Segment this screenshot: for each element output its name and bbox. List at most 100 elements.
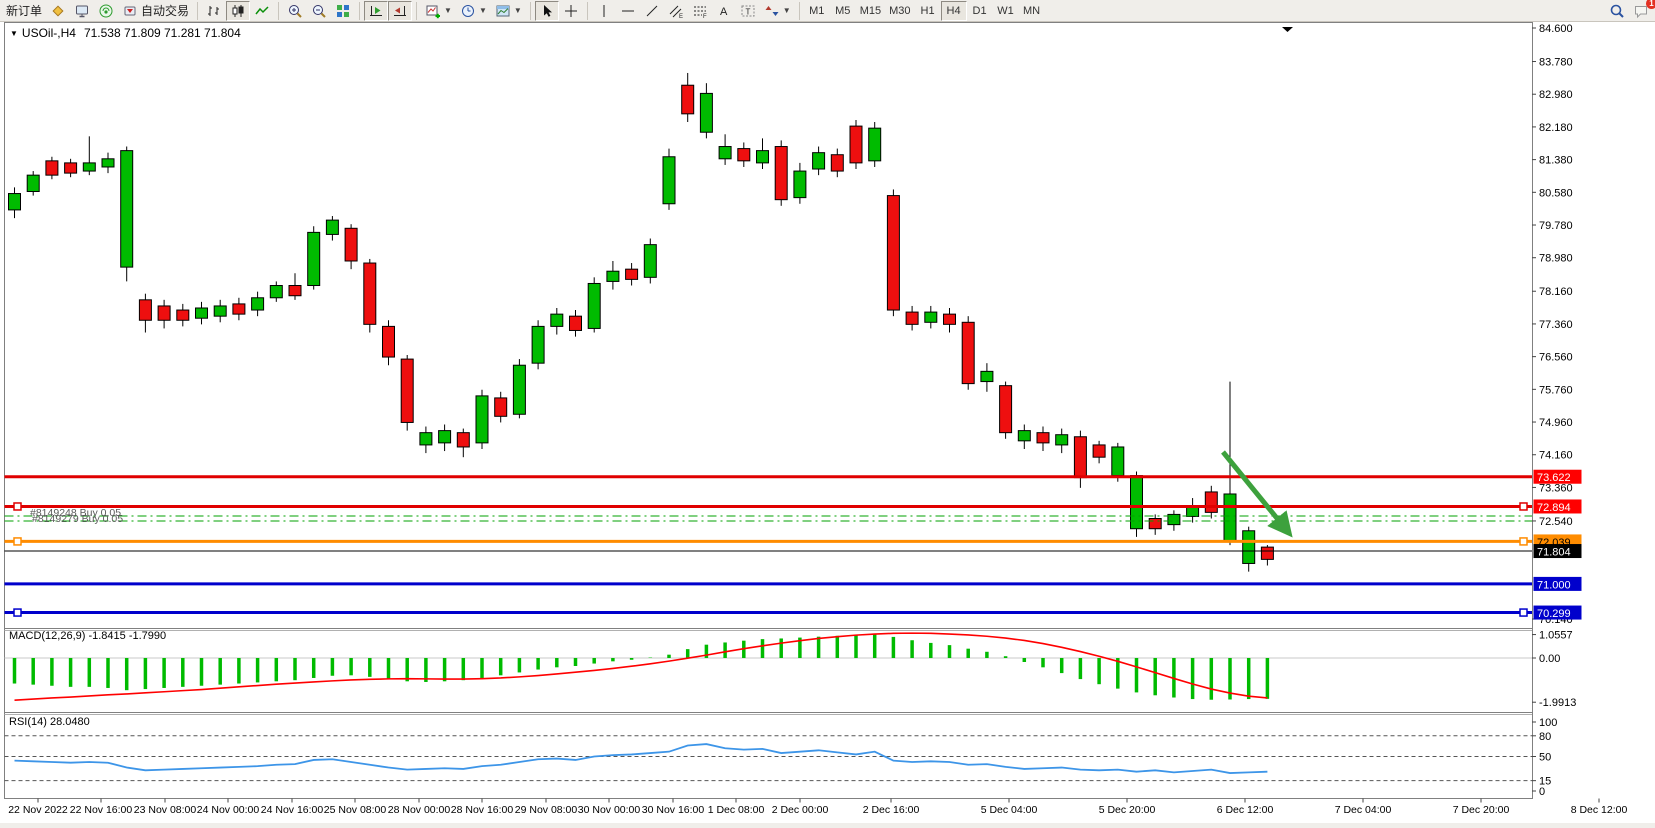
macd-tick-label: -1.9913 <box>1539 697 1576 709</box>
toolbar-right: 1 <box>1605 1 1653 21</box>
time-tick-label: 30 Nov 00:00 <box>578 804 641 816</box>
text-button[interactable]: A <box>712 1 736 21</box>
candle-body <box>850 126 862 163</box>
fibonacci-button[interactable]: F <box>688 1 712 21</box>
bar-chart-button[interactable] <box>202 1 226 21</box>
trendline-button[interactable] <box>640 1 664 21</box>
trendline-icon <box>644 3 660 19</box>
market-watch-button[interactable] <box>70 1 94 21</box>
support-line-70299-handle[interactable] <box>1520 609 1527 616</box>
cursor-button[interactable] <box>535 1 559 21</box>
toolbar-separator <box>530 2 531 20</box>
tf-d1[interactable]: D1 <box>967 1 993 21</box>
svg-text:E: E <box>679 14 683 19</box>
chevron-down-icon: ▼ <box>444 6 452 15</box>
periods-button[interactable]: ▼ <box>456 1 491 21</box>
fibonacci-icon: F <box>692 3 708 19</box>
time-axis[interactable]: 22 Nov 202222 Nov 16:0023 Nov 08:0024 No… <box>8 799 1627 817</box>
chart-window: 84.60083.78082.98082.18081.38080.58079.7… <box>0 22 1655 823</box>
support-line-72039-handle[interactable] <box>1520 538 1527 545</box>
toolbar: 新订单自动交易▼▼▼EFAT▼M1M5M15M30H1H4D1W1MN1 <box>0 0 1655 22</box>
candle-body <box>757 151 769 163</box>
candle-body <box>1149 519 1161 529</box>
tf-w1[interactable]: W1 <box>993 1 1019 21</box>
mt4-window: { "toolbar": { "groups": [ [ {"name":"ne… <box>0 0 1655 823</box>
tf-mn[interactable]: MN <box>1019 1 1045 21</box>
resistance-line-72894-handle[interactable] <box>1520 503 1527 510</box>
candlestick-icon <box>230 3 246 19</box>
price-tick-label: 82.180 <box>1539 122 1573 134</box>
tf-h1[interactable]: H1 <box>915 1 941 21</box>
toolbar-separator <box>197 2 198 20</box>
chart-menu-icon[interactable]: ▼ <box>10 29 18 38</box>
line-chart-button[interactable] <box>250 1 274 21</box>
time-tick-label: 24 Nov 00:00 <box>197 804 260 816</box>
svg-text:A: A <box>720 6 728 18</box>
templates-button[interactable]: ▼ <box>491 1 526 21</box>
candle-body <box>270 286 282 298</box>
time-tick-label: 24 Nov 16:00 <box>261 804 324 816</box>
hline-icon <box>620 3 636 19</box>
signals-button[interactable] <box>94 1 118 21</box>
candle-body <box>1224 494 1236 541</box>
tile-windows-button[interactable] <box>331 1 355 21</box>
candle-body <box>869 128 881 161</box>
horizontal-line-button[interactable] <box>616 1 640 21</box>
resistance-line-72894-handle[interactable] <box>14 503 21 510</box>
auto-scroll-button[interactable] <box>364 1 388 21</box>
time-tick-label: 7 Dec 04:00 <box>1335 804 1392 816</box>
chart-symbol-period: USOil-,H4 <box>22 26 76 40</box>
support-line-72039-handle[interactable] <box>14 538 21 545</box>
order-label-2: #8149279 Buy 0.05 <box>32 513 123 525</box>
tf-m5[interactable]: M5 <box>830 1 856 21</box>
indicators-button[interactable]: ▼ <box>421 1 456 21</box>
candle-body <box>532 326 544 363</box>
support-line-70299-handle[interactable] <box>14 609 21 616</box>
candle-body <box>139 300 151 320</box>
candle-body <box>1056 435 1068 445</box>
price-tick-label: 79.780 <box>1539 220 1573 232</box>
time-tick-label: 6 Dec 12:00 <box>1217 804 1274 816</box>
candle-body <box>83 163 95 171</box>
symbol-diamond-button[interactable] <box>46 1 70 21</box>
chart-canvas[interactable]: 84.60083.78082.98082.18081.38080.58079.7… <box>0 22 1655 823</box>
toolbar-separator <box>359 2 360 20</box>
crosshair-button[interactable] <box>559 1 583 21</box>
candle-body <box>1112 447 1124 476</box>
tf-m15[interactable]: M15 <box>856 1 885 21</box>
search-button[interactable] <box>1605 1 1629 21</box>
chat-button[interactable]: 1 <box>1629 1 1653 21</box>
chart-shift-button[interactable] <box>388 1 412 21</box>
tf-h4[interactable]: H4 <box>941 1 967 21</box>
tf-m5-label: M5 <box>835 5 850 17</box>
arrows-button[interactable]: ▼ <box>760 1 795 21</box>
new-order-button[interactable]: 新订单 <box>2 1 46 21</box>
zoom-in-button[interactable] <box>283 1 307 21</box>
text-label-button[interactable]: T <box>736 1 760 21</box>
vertical-line-button[interactable] <box>592 1 616 21</box>
tf-m1[interactable]: M1 <box>804 1 830 21</box>
channel-button[interactable]: E <box>664 1 688 21</box>
price-tick-label: 83.780 <box>1539 57 1573 69</box>
tf-w1-label: W1 <box>997 5 1014 17</box>
zoom-out-button[interactable] <box>307 1 331 21</box>
time-tick-label: 29 Nov 08:00 <box>515 804 578 816</box>
candle-body <box>252 298 264 310</box>
candle-body <box>196 308 208 318</box>
rsi-tick-label: 100 <box>1539 717 1557 729</box>
symbol-diamond-icon <box>50 3 66 19</box>
tf-m1-label: M1 <box>809 5 824 17</box>
svg-text:T: T <box>745 7 750 16</box>
candle-body <box>588 283 600 328</box>
candle-body <box>401 359 413 422</box>
macd-tick-label: 1.0557 <box>1539 630 1573 642</box>
price-tick-label: 73.360 <box>1539 482 1573 494</box>
candle-body <box>158 306 170 320</box>
svg-text:F: F <box>703 14 707 19</box>
candlestick-button[interactable] <box>226 1 250 21</box>
candle-body <box>9 194 21 210</box>
svg-text:71.000: 71.000 <box>1537 579 1571 591</box>
tile-windows-icon <box>335 3 351 19</box>
tf-m30[interactable]: M30 <box>885 1 914 21</box>
auto-trading-button[interactable]: 自动交易 <box>118 1 193 21</box>
